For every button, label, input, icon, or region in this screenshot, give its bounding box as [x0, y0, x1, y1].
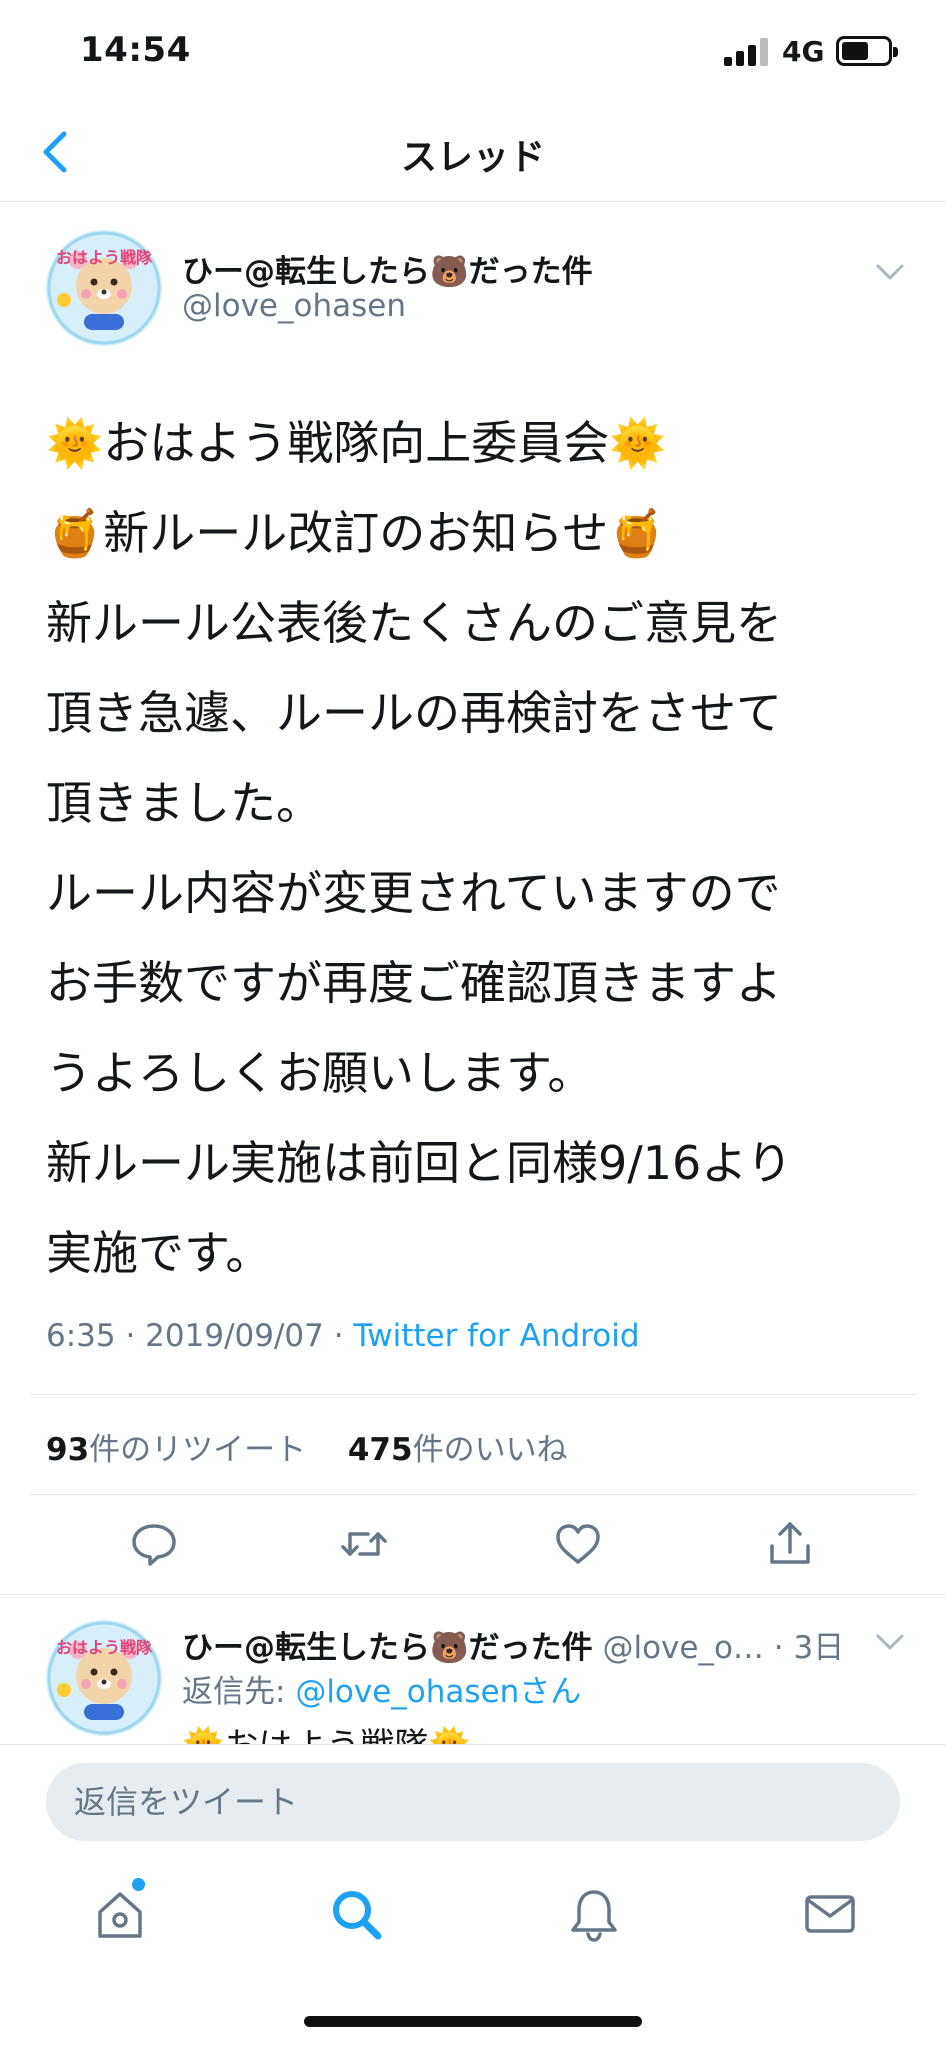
- home-indicator: [304, 2016, 642, 2027]
- like-button[interactable]: [552, 1518, 604, 1570]
- bell-icon: [571, 1890, 617, 1942]
- reply-avatar[interactable]: おはよう戦隊: [46, 1620, 162, 1736]
- new-content-dot: [132, 1878, 145, 1891]
- tab-messages[interactable]: [800, 1884, 860, 1944]
- tweet-source-link[interactable]: Twitter for Android: [353, 1318, 639, 1354]
- page-title: スレッド: [400, 137, 545, 178]
- retweet-icon: [341, 1532, 387, 1556]
- signal-strength-icon: [724, 38, 770, 66]
- tweet-text-line: お手数ですが再度ご確認頂きますよ: [46, 956, 782, 1010]
- divider: [30, 1494, 916, 1495]
- avatar-text: おはよう戦隊: [55, 1638, 152, 1657]
- heart-icon: [556, 1524, 600, 1564]
- battery-icon: [836, 36, 898, 66]
- tab-home[interactable]: [90, 1884, 150, 1944]
- reply-button[interactable]: [128, 1518, 180, 1570]
- reply-to-handle-link[interactable]: @love_ohasenさん: [295, 1674, 581, 1710]
- tweet-text-line: 新ルール公表後たくさんのご意見を: [46, 596, 782, 650]
- reply-to-prefix: 返信先:: [182, 1674, 296, 1710]
- retweet-stat[interactable]: 93件のリツイート: [46, 1432, 306, 1468]
- retweet-count: 93: [46, 1432, 90, 1468]
- retweet-label: 件のリツイート: [89, 1432, 307, 1468]
- reply-to: 返信先: @love_ohasenさん: [182, 1666, 581, 1711]
- avatar-text: おはよう戦隊: [55, 248, 152, 267]
- tweet-text-line: ルール内容が変更されていますので: [46, 866, 781, 920]
- share-icon: [770, 1522, 810, 1564]
- reply-handle-time: @love_o… · 3日: [592, 1630, 845, 1666]
- search-icon: [333, 1891, 382, 1940]
- status-bar: 14:54 4G: [0, 0, 946, 100]
- reply-menu-button[interactable]: [872, 1624, 908, 1660]
- comment-icon: [132, 1524, 176, 1566]
- home-icon: [98, 1892, 142, 1938]
- divider: [30, 1394, 916, 1395]
- tweet-menu-button[interactable]: [872, 254, 908, 290]
- reply-header[interactable]: ひー@転生したら🐻だった件 @love_o… · 3日: [182, 1622, 844, 1667]
- tweet-text-line: 頂きました。: [46, 776, 322, 830]
- tab-bar: [0, 1854, 946, 2048]
- tweet-text: 🌞おはよう戦隊向上委員会🌞 🍯新ルール改訂のお知らせ🍯 新ルール公表後たくさんの…: [46, 398, 906, 1298]
- tab-search[interactable]: [326, 1884, 386, 1944]
- tab-notifications[interactable]: [564, 1884, 624, 1944]
- status-time: 14:54: [80, 30, 191, 70]
- divider: [0, 1594, 946, 1595]
- tweet-text-line: うよろしくお願いします。: [46, 1046, 594, 1100]
- share-button[interactable]: [764, 1518, 816, 1570]
- author-name[interactable]: ひー@転生したら🐻だった件: [182, 246, 593, 291]
- reply-text-snippet: 🌞おはよう戦隊🌞: [182, 1718, 471, 1744]
- network-type: 4G: [782, 35, 825, 68]
- compose-bar: [0, 1744, 946, 1854]
- chevron-down-icon: [876, 264, 904, 280]
- reply-input[interactable]: [46, 1763, 900, 1841]
- like-stat[interactable]: 475件のいいね: [348, 1432, 568, 1468]
- nav-header: スレッド: [0, 100, 946, 202]
- tweet-text-line: 🌞おはよう戦隊向上委員会🌞: [46, 416, 667, 470]
- tweet-stats: 93件のリツイート 475件のいいね: [46, 1424, 568, 1469]
- tweet-text-line: 🍯新ルール改訂のお知らせ🍯: [46, 506, 666, 560]
- tweet-text-line: 頂き急遽、ルールの再検討をさせて: [46, 686, 782, 740]
- retweet-button[interactable]: [338, 1518, 390, 1570]
- tweet-text-line: 実施です。: [46, 1226, 272, 1280]
- chevron-down-icon: [876, 1634, 904, 1650]
- tweet-meta: 6:35 · 2019/09/07 · Twitter for Android: [46, 1318, 640, 1354]
- tweet-timestamp: 6:35 · 2019/09/07 ·: [46, 1318, 354, 1354]
- like-count: 475: [347, 1432, 413, 1468]
- like-label: 件のいいね: [412, 1432, 568, 1468]
- reply-author-name: ひー@転生したら🐻だった件: [182, 1630, 593, 1666]
- mail-icon: [805, 1895, 855, 1933]
- tweet-text-line: 新ルール実施は前回と同様9/16より: [46, 1136, 793, 1190]
- author-handle[interactable]: @love_ohasen: [182, 288, 406, 324]
- avatar[interactable]: おはよう戦隊: [46, 230, 162, 346]
